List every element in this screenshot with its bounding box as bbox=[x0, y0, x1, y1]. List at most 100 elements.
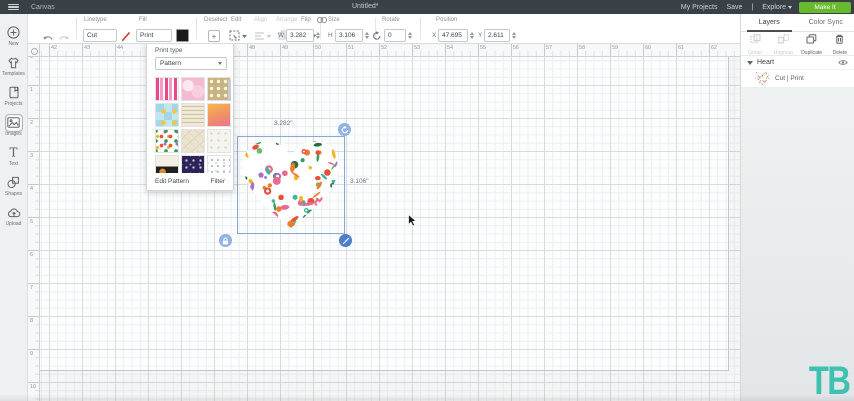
group-icon bbox=[749, 31, 761, 49]
layer-actions: Group Ungroup Duplicate Delete bbox=[741, 32, 854, 56]
tab-layers[interactable]: Layers bbox=[741, 14, 798, 32]
position-y-stepper[interactable] bbox=[511, 30, 517, 41]
height-axis-label: H bbox=[328, 32, 333, 39]
linetype-pen-icon bbox=[121, 31, 132, 44]
pattern-swatch-vintage-script[interactable] bbox=[181, 103, 205, 127]
pattern-swatch-confetti-speck[interactable] bbox=[207, 155, 231, 173]
arrange-label: Arrange bbox=[276, 17, 298, 23]
edit-menu-icon[interactable] bbox=[229, 30, 248, 44]
ruler-origin-icon bbox=[28, 44, 40, 57]
position-label: Position bbox=[436, 17, 458, 23]
rotate-icon[interactable] bbox=[372, 31, 382, 43]
ruler-number: 59 bbox=[612, 45, 619, 51]
pattern-swatch-night-truck-scene[interactable] bbox=[155, 155, 179, 173]
pattern-swatch-pink-watercolor[interactable] bbox=[181, 77, 205, 101]
redo-icon[interactable] bbox=[58, 33, 70, 46]
save-link[interactable]: Save bbox=[726, 4, 742, 11]
deselect-button[interactable]: + bbox=[208, 30, 220, 42]
fill-color-swatch[interactable] bbox=[176, 29, 189, 42]
text-icon: T bbox=[7, 146, 21, 160]
pattern-scrollbar[interactable] bbox=[228, 79, 231, 101]
width-stepper[interactable] bbox=[315, 30, 321, 41]
ruler-number: 48 bbox=[249, 45, 256, 51]
explore-menu[interactable]: Explore bbox=[762, 4, 792, 11]
pattern-swatch-pink-stripes[interactable] bbox=[155, 77, 179, 101]
y-axis-label: Y bbox=[478, 32, 483, 39]
ruler-number: 5 bbox=[30, 219, 34, 225]
rotate-input[interactable]: 0 bbox=[384, 29, 406, 42]
undo-icon[interactable] bbox=[42, 33, 54, 46]
pattern-swatch-antique-map[interactable] bbox=[181, 129, 205, 153]
sidebar-item-new[interactable]: New bbox=[0, 21, 28, 51]
sidebar-item-label: Upload bbox=[5, 220, 22, 227]
duplicate-button[interactable]: Duplicate bbox=[798, 31, 826, 56]
fill-select[interactable]: Print bbox=[136, 29, 172, 42]
duplicate-icon bbox=[806, 31, 817, 49]
canvas-area[interactable]: 4243444546474849505152535455565758596061… bbox=[28, 44, 740, 401]
vertical-ruler: 0 1 2 3 4 5 6 7 8 9 10 bbox=[28, 57, 40, 401]
delete-button[interactable]: Delete bbox=[826, 31, 854, 56]
sidebar-item-label: Templates bbox=[2, 70, 25, 77]
canvas-grid[interactable] bbox=[40, 57, 740, 401]
shapes-icon bbox=[7, 176, 21, 190]
hamburger-menu-icon[interactable] bbox=[8, 3, 19, 11]
filter-link[interactable]: Filter bbox=[211, 178, 225, 185]
layer-row-heart[interactable]: Cut | Print bbox=[741, 70, 854, 88]
align-label: Align bbox=[254, 17, 268, 23]
width-axis-label: W bbox=[278, 32, 285, 39]
selection-bounding-box[interactable] bbox=[237, 136, 345, 234]
height-stepper[interactable] bbox=[364, 30, 370, 41]
sidebar-item-label: Images bbox=[5, 130, 22, 137]
panel-tabs: Layers Color Sync bbox=[741, 14, 854, 32]
sidebar-item-images[interactable]: Images bbox=[0, 111, 28, 141]
chevron-down-icon bbox=[218, 62, 222, 65]
tab-color-sync[interactable]: Color Sync bbox=[798, 14, 854, 31]
pattern-swatch-grid bbox=[155, 77, 231, 173]
sidebar-item-templates[interactable]: Templates bbox=[0, 51, 28, 81]
pattern-dropdown[interactable]: Pattern bbox=[155, 57, 227, 70]
rotate-handle-icon[interactable] bbox=[338, 123, 351, 136]
layer-linetype-label: Cut | Print bbox=[775, 75, 804, 82]
position-x-stepper[interactable] bbox=[469, 30, 475, 41]
ruler-number: 1 bbox=[30, 87, 34, 93]
flip-label: Flip bbox=[301, 17, 311, 23]
sidebar-item-label: Shapes bbox=[5, 190, 22, 197]
group-button: Group bbox=[741, 31, 769, 56]
chevron-down-icon[interactable] bbox=[747, 60, 753, 65]
sidebar-item-upload[interactable]: Upload bbox=[0, 201, 28, 231]
sidebar-item-label: New bbox=[8, 40, 19, 47]
sidebar-item-projects[interactable]: Projects bbox=[0, 81, 28, 111]
sidebar-item-label: Text bbox=[8, 160, 19, 167]
position-y-input[interactable]: 2.611 bbox=[484, 29, 510, 42]
size-link-icon[interactable] bbox=[316, 16, 328, 26]
height-input[interactable]: 3.106 bbox=[335, 29, 363, 42]
resize-handle-icon[interactable] bbox=[339, 234, 352, 247]
ruler-number: 50 bbox=[315, 45, 322, 51]
rotate-stepper[interactable] bbox=[407, 30, 413, 41]
pattern-swatch-bright-floral[interactable] bbox=[155, 129, 179, 153]
lock-handle-icon[interactable] bbox=[219, 234, 232, 247]
visibility-eye-icon[interactable] bbox=[838, 59, 848, 66]
chevron-down-icon bbox=[788, 5, 792, 9]
position-x-input[interactable]: 47.695 bbox=[438, 29, 468, 42]
my-projects-link[interactable]: My Projects bbox=[681, 4, 718, 11]
left-sidebar: New Templates Projects Images T Text Shapes Upl… bbox=[0, 14, 28, 401]
make-it-button[interactable]: Make It bbox=[799, 1, 851, 13]
pattern-swatch-star-checker[interactable] bbox=[155, 103, 179, 127]
plus-circle-icon bbox=[7, 26, 21, 40]
pattern-swatch-sunset-gradient[interactable] bbox=[207, 103, 231, 127]
edit-pattern-link[interactable]: Edit Pattern bbox=[155, 178, 189, 185]
pattern-swatch-navy-ditsy-dots[interactable] bbox=[181, 155, 205, 173]
image-icon bbox=[4, 113, 23, 132]
ruler-number: 56 bbox=[513, 45, 520, 51]
pattern-swatch-linen-speck[interactable] bbox=[207, 129, 231, 153]
linetype-select[interactable]: Cut bbox=[83, 29, 117, 42]
edit-label: Edit bbox=[231, 17, 242, 23]
layer-group-header[interactable]: Heart bbox=[741, 56, 854, 70]
rotate-label: Rotate bbox=[382, 17, 400, 23]
ruler-number: 49 bbox=[282, 45, 289, 51]
width-input[interactable]: 3.282 bbox=[286, 29, 314, 42]
layer-thumbnail bbox=[754, 71, 770, 86]
sidebar-item-text[interactable]: T Text bbox=[0, 141, 28, 171]
sidebar-item-shapes[interactable]: Shapes bbox=[0, 171, 28, 201]
